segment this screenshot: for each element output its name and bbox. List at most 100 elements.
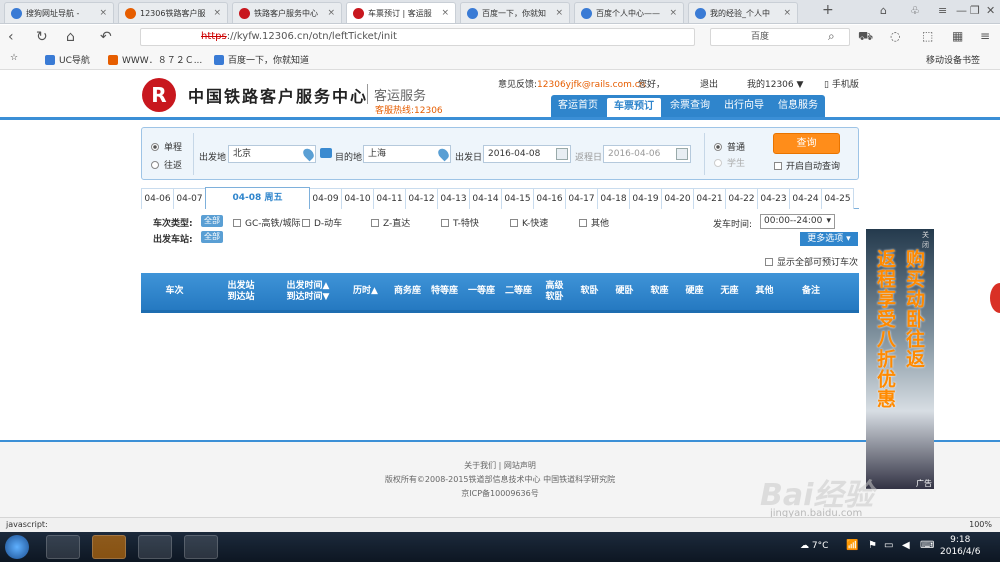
bookmark-872c[interactable]: WWW．８７２Ｃ... bbox=[108, 53, 202, 66]
from-input[interactable]: 北京 bbox=[228, 145, 316, 163]
minimize-icon[interactable]: — bbox=[956, 4, 967, 17]
side-advertisement[interactable]: 购买动卧往返 返程享受八折优惠 关闭 广告 bbox=[866, 229, 934, 489]
taskbar-qq-icon[interactable] bbox=[46, 535, 80, 559]
student-radio[interactable]: 学生 bbox=[714, 156, 745, 169]
bookmark-uc[interactable]: UC导航 bbox=[45, 53, 90, 66]
more-icon[interactable]: ≡ bbox=[980, 29, 990, 43]
date-tab[interactable]: 04-18 bbox=[597, 188, 630, 209]
table-column-header[interactable]: 出发时间▲ 到达时间▼ bbox=[274, 281, 342, 303]
train-type-option[interactable]: Z-直达 bbox=[371, 216, 410, 229]
date-tab[interactable]: 04-14 bbox=[469, 188, 502, 209]
date-tab[interactable]: 04-22 bbox=[725, 188, 758, 209]
input-icon[interactable]: ⌨ bbox=[920, 540, 934, 551]
table-column-header[interactable]: 车次 bbox=[141, 286, 208, 297]
tab-close-icon[interactable]: × bbox=[555, 8, 563, 18]
date-tab[interactable]: 04-11 bbox=[373, 188, 406, 209]
restore-icon[interactable]: ❐ bbox=[970, 4, 980, 17]
cloth-icon[interactable]: ⌂ bbox=[880, 4, 887, 17]
mobile-version-link[interactable]: ▯ 手机版 bbox=[824, 77, 859, 90]
flag-icon[interactable]: ⚑ bbox=[868, 540, 877, 551]
home-icon[interactable]: ⌂ bbox=[66, 29, 75, 45]
date-tab[interactable]: 04-21 bbox=[693, 188, 726, 209]
star-icon[interactable]: ☆ bbox=[10, 53, 18, 63]
start-button[interactable] bbox=[5, 535, 29, 559]
date-tab[interactable]: 04-23 bbox=[757, 188, 790, 209]
date-tab[interactable]: 04-09 bbox=[309, 188, 342, 209]
date-tab[interactable]: 04-25 bbox=[821, 188, 854, 209]
tab-close-icon[interactable]: × bbox=[213, 8, 221, 18]
floating-red-button[interactable] bbox=[990, 283, 1000, 313]
new-tab-button[interactable]: + bbox=[822, 2, 834, 18]
logout-link[interactable]: 退出 bbox=[700, 77, 718, 90]
date-tab[interactable]: 04-16 bbox=[533, 188, 566, 209]
tab-close-icon[interactable]: × bbox=[327, 8, 335, 18]
search-icon[interactable]: ⌕ bbox=[828, 29, 835, 44]
nav-item[interactable]: 客运首页 bbox=[551, 95, 605, 117]
date-tab[interactable]: 04-10 bbox=[341, 188, 374, 209]
close-window-icon[interactable]: ✕ bbox=[986, 4, 995, 17]
skin-icon[interactable]: ♧ bbox=[910, 4, 920, 17]
taskbar-paint-icon[interactable] bbox=[138, 535, 172, 559]
departure-time-select[interactable]: 00:00--24:00 ▾ bbox=[760, 214, 835, 229]
date-tab[interactable]: 04-20 bbox=[661, 188, 694, 209]
wifi-icon[interactable]: ◌ bbox=[890, 29, 900, 43]
browser-tab[interactable]: 百度一下，你就知 × bbox=[460, 2, 570, 23]
browser-tab[interactable]: 车票预订 | 客运服 × bbox=[346, 2, 456, 23]
date-tab[interactable]: 04-17 bbox=[565, 188, 598, 209]
train-type-option[interactable]: K-快速 bbox=[510, 216, 548, 229]
nav-item[interactable]: 余票查询 bbox=[663, 95, 717, 117]
mobile-bookmarks[interactable]: 移动设备书签 bbox=[926, 53, 980, 66]
clock[interactable]: 9:18 2016/4/6 bbox=[940, 534, 980, 558]
train-type-option[interactable]: 其他 bbox=[579, 216, 609, 229]
return-date-input[interactable]: 2016-04-06 bbox=[603, 145, 691, 163]
table-column-header[interactable]: 出发站 到达站 bbox=[208, 281, 274, 303]
taskbar-explorer-icon[interactable] bbox=[184, 535, 218, 559]
oneway-radio[interactable]: 单程 bbox=[151, 140, 182, 153]
browser-tab[interactable]: 百度个人中心—— × bbox=[574, 2, 684, 23]
screenshot-icon[interactable]: ⬚ bbox=[922, 29, 933, 43]
train-type-option[interactable]: D-动车 bbox=[302, 216, 342, 229]
tab-close-icon[interactable]: × bbox=[783, 8, 791, 18]
my12306-menu[interactable]: 我的12306 ▼ bbox=[747, 77, 803, 90]
date-tab[interactable]: 04-06 bbox=[141, 188, 174, 209]
train-type-option[interactable]: GC-高铁/城际 bbox=[233, 216, 301, 229]
bookmark-baidu[interactable]: 百度一下，你就知道 bbox=[214, 53, 309, 66]
browser-tab[interactable]: 搜狗网址导航 - × bbox=[4, 2, 114, 23]
to-input[interactable]: 上海 bbox=[363, 145, 451, 163]
zoom-level[interactable]: 100% bbox=[969, 518, 992, 532]
cart-icon[interactable]: ⛟ bbox=[858, 29, 873, 45]
date-tab[interactable]: 04-08 周五 bbox=[205, 187, 310, 209]
volume-icon[interactable]: ◀ bbox=[902, 540, 910, 551]
train-type-option[interactable]: T-特快 bbox=[441, 216, 479, 229]
date-tab[interactable]: 04-13 bbox=[437, 188, 470, 209]
date-tab[interactable]: 04-15 bbox=[501, 188, 534, 209]
date-tab[interactable]: 04-12 bbox=[405, 188, 438, 209]
nav-item[interactable]: 车票预订 bbox=[607, 98, 661, 117]
browser-tab[interactable]: 铁路客户服务中心 × bbox=[232, 2, 342, 23]
swap-icon[interactable] bbox=[320, 148, 332, 158]
apps-icon[interactable]: ▦ bbox=[952, 29, 963, 43]
browser-tab[interactable]: 12306铁路客户服 × bbox=[118, 2, 228, 23]
train-type-all[interactable]: 全部 bbox=[201, 215, 223, 227]
show-all-checkbox[interactable]: 显示全部可预订车次 bbox=[765, 255, 858, 268]
undo-icon[interactable]: ↶ bbox=[100, 29, 112, 45]
feedback-email-link[interactable]: 12306yjfk@rails.com.cn bbox=[537, 80, 645, 90]
date-tab[interactable]: 04-19 bbox=[629, 188, 662, 209]
nav-item[interactable]: 出行向导 bbox=[717, 95, 771, 117]
auto-query-checkbox[interactable]: 开启自动查询 bbox=[774, 159, 840, 172]
url-bar[interactable]: https://kyfw.12306.cn/otn/leftTicket/ini… bbox=[140, 28, 695, 46]
date-input[interactable]: 2016-04-08 bbox=[483, 145, 571, 163]
more-options-button[interactable]: 更多选项 ▾ bbox=[800, 232, 858, 246]
query-button[interactable]: 查询 bbox=[773, 133, 840, 154]
tab-close-icon[interactable]: × bbox=[441, 8, 449, 18]
tab-close-icon[interactable]: × bbox=[669, 8, 677, 18]
back-icon[interactable]: ‹ bbox=[8, 29, 14, 45]
battery-icon[interactable]: ▭ bbox=[884, 540, 893, 551]
tab-close-icon[interactable]: × bbox=[99, 8, 107, 18]
network-icon[interactable]: 📶 bbox=[846, 540, 858, 551]
browser-tab[interactable]: 我的经验_个人中 × bbox=[688, 2, 798, 23]
ad-close-button[interactable]: 关闭 bbox=[922, 230, 934, 250]
normal-radio[interactable]: 普通 bbox=[714, 140, 745, 153]
taskbar-browser-icon[interactable] bbox=[92, 535, 126, 559]
railway-logo[interactable]: R bbox=[142, 78, 176, 112]
